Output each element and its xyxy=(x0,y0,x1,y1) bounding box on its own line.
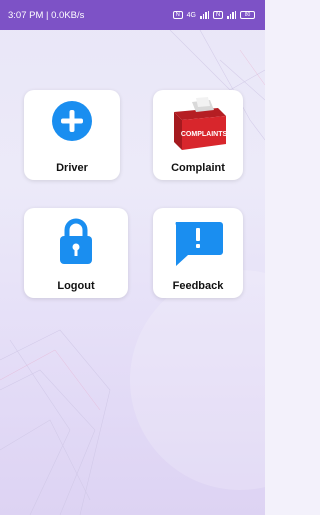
network-type: 4G xyxy=(186,11,196,19)
status-icons: N 4G N 80 xyxy=(172,11,255,19)
feedback-button[interactable]: Feedback xyxy=(153,208,243,298)
complaint-box-icon: COMPLAINTS xyxy=(166,96,230,159)
status-time-speed: 3:07 PM | 0.0KB/s xyxy=(8,9,85,21)
sim2-icon: N xyxy=(213,11,223,19)
signal-icon xyxy=(200,11,209,19)
battery-icon: 80 xyxy=(240,11,255,19)
plus-circle-icon xyxy=(51,100,93,147)
feedback-label: Feedback xyxy=(172,280,224,292)
complaint-box-text: COMPLAINTS xyxy=(181,131,228,138)
complaint-label: Complaint xyxy=(171,162,225,174)
driver-label: Driver xyxy=(56,162,88,174)
complaint-button[interactable]: COMPLAINTS Complaint xyxy=(153,90,243,180)
lock-icon xyxy=(58,216,94,271)
driver-button[interactable]: Driver xyxy=(24,90,120,180)
signal2-icon xyxy=(227,11,236,19)
feedback-chat-icon xyxy=(172,218,224,273)
sim1-icon: N xyxy=(172,11,183,19)
logout-label: Logout xyxy=(57,280,95,292)
logout-button[interactable]: Logout xyxy=(24,208,128,298)
app-screen: 3:07 PM | 0.0KB/s N 4G N 80 Driver COMPL… xyxy=(0,0,265,515)
status-bar: 3:07 PM | 0.0KB/s N 4G N 80 xyxy=(0,0,265,30)
